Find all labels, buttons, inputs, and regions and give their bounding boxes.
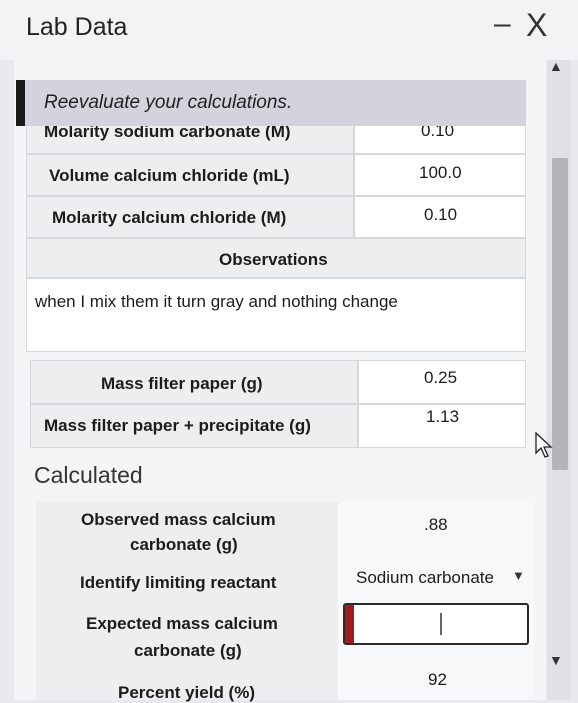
expected-mass-label-line1: Expected mass calcium (86, 614, 278, 633)
scroll-down-arrow-icon[interactable]: ▼ (549, 652, 563, 668)
calculated-block-label (36, 502, 338, 700)
calculated-heading: Calculated (34, 462, 143, 488)
molarity-calcium-chloride-label: Molarity calcium chloride (M) (52, 208, 287, 227)
title-bar: Lab Data – X (0, 0, 578, 60)
volume-calcium-chloride-value: 100.0 (419, 163, 462, 182)
molarity-calcium-chloride-value: 0.10 (424, 205, 458, 224)
volume-calcium-chloride-label: Volume calcium chloride (mL) (49, 166, 290, 185)
mouse-pointer-icon (535, 432, 553, 458)
expected-mass-label-line2: carbonate (g) (134, 641, 242, 660)
mass-filter-paper-precipitate-label: Mass filter paper + precipitate (g) (44, 416, 311, 435)
minimize-icon[interactable]: – (494, 7, 511, 41)
limiting-reactant-select[interactable]: Sodium carbonate (356, 568, 508, 588)
chevron-down-icon[interactable]: ▼ (512, 568, 525, 583)
observed-mass-label-line1: Observed mass calcium (81, 510, 276, 529)
feedback-indicator (16, 80, 25, 126)
percent-yield-value: 92 (428, 670, 447, 689)
observations-header: Observations (219, 250, 328, 269)
mass-filter-paper-label: Mass filter paper (g) (101, 374, 263, 393)
limiting-reactant-label: Identify limiting reactant (80, 573, 277, 592)
text-caret (440, 613, 442, 635)
scrollbar-thumb[interactable] (552, 158, 568, 470)
invalid-answer-indicator (345, 605, 354, 643)
scroll-up-arrow-icon[interactable]: ▲ (549, 58, 563, 74)
observed-mass-value: .88 (424, 515, 448, 534)
mass-filter-paper-value: 0.25 (424, 368, 458, 387)
expected-mass-input[interactable] (343, 603, 529, 645)
observations-cell (26, 278, 526, 352)
percent-yield-label: Percent yield (%) (118, 683, 255, 702)
mass-filter-paper-precipitate-value: 1.13 (426, 407, 460, 426)
observed-mass-label-line2: carbonate (g) (130, 535, 238, 554)
window-title: Lab Data (26, 13, 128, 41)
close-icon[interactable]: X (526, 7, 547, 44)
observations-text: when I mix them it turn gray and nothing… (35, 292, 398, 311)
feedback-message: Reevaluate your calculations. (44, 92, 293, 113)
